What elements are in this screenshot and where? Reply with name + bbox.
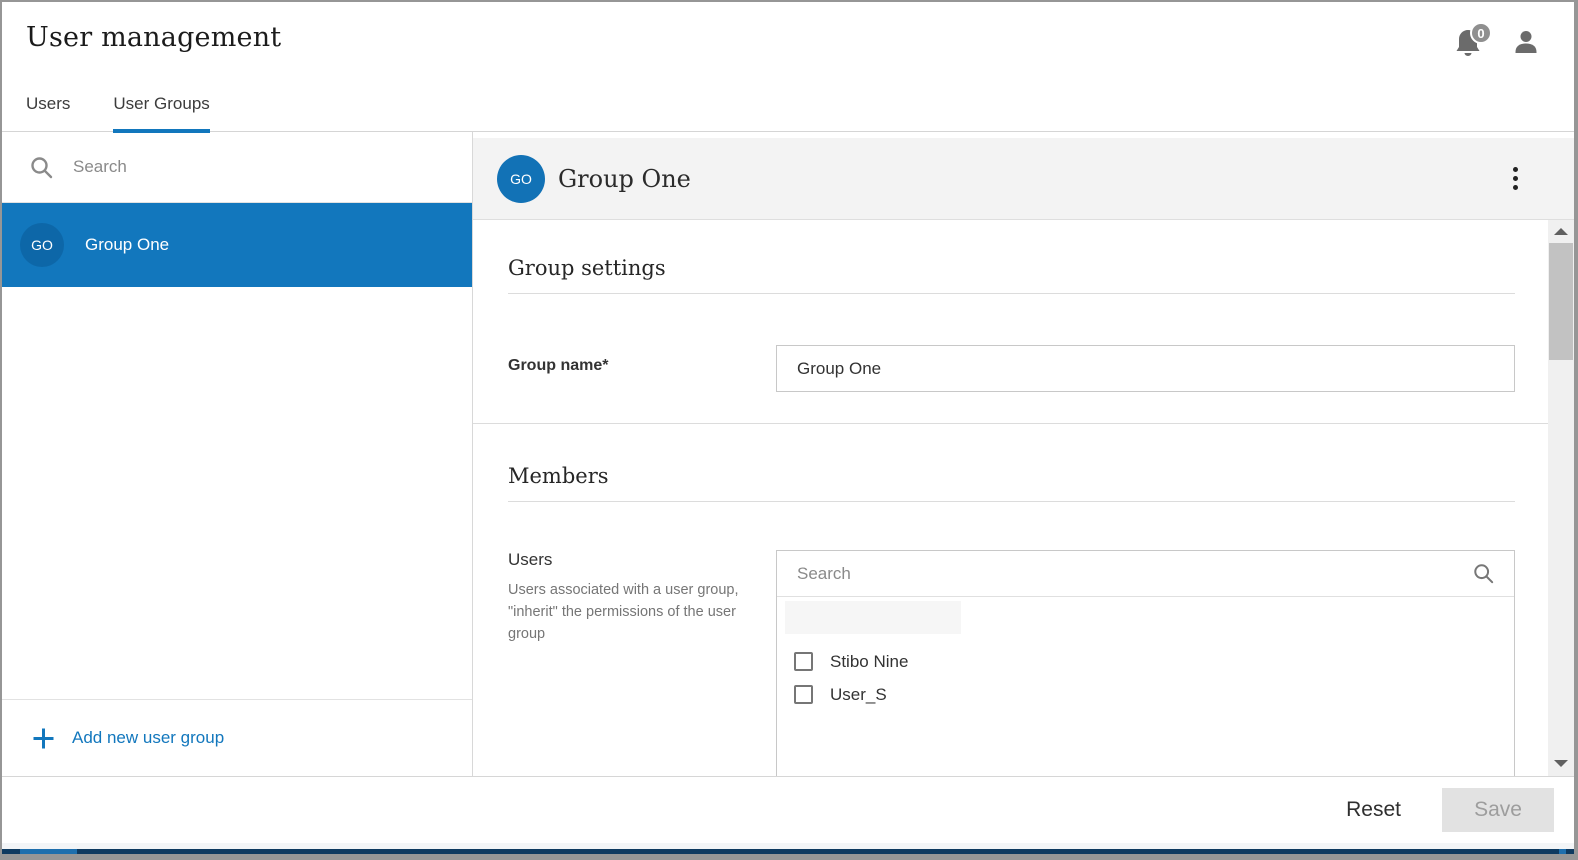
app-window: User management 0 Users User Groups	[0, 0, 1578, 860]
plus-icon	[32, 727, 55, 750]
checkbox-icon[interactable]	[794, 652, 813, 671]
sidebar-spacer	[2, 287, 472, 699]
action-footer: Reset Save	[2, 776, 1574, 843]
user-option-stibo-nine[interactable]: Stibo Nine	[777, 645, 1514, 678]
header-icons: 0	[1454, 28, 1540, 60]
notifications-button[interactable]: 0	[1454, 28, 1484, 60]
horizontal-scrollbar[interactable]	[2, 849, 1574, 854]
users-listbox: Stibo Nine User_S	[776, 550, 1515, 776]
reset-button[interactable]: Reset	[1336, 798, 1411, 822]
user-option-label: Stibo Nine	[830, 652, 908, 672]
sidebar-search	[2, 132, 472, 203]
add-user-group-label: Add new user group	[72, 728, 224, 748]
group-list-sidebar: GO Group One Add new user group	[2, 132, 473, 776]
section-divider	[508, 293, 1515, 294]
members-section: Members Users Users associated with a us…	[473, 423, 1548, 776]
add-user-group-button[interactable]: Add new user group	[2, 699, 472, 776]
group-avatar: GO	[20, 223, 64, 267]
more-options-button[interactable]	[1509, 163, 1522, 194]
users-field-label: Users	[508, 550, 776, 570]
panel-header: GO Group One	[473, 138, 1574, 220]
panel-avatar: GO	[497, 155, 545, 203]
search-icon	[1473, 563, 1494, 584]
scrollbar-thumb[interactable]	[1549, 243, 1573, 360]
scrollbar-up-arrow[interactable]	[1554, 228, 1568, 235]
users-search-row	[777, 551, 1514, 597]
form-content: Group settings Group name* Members	[473, 220, 1548, 776]
save-button[interactable]: Save	[1442, 788, 1554, 832]
members-heading: Members	[508, 464, 1515, 488]
group-settings-section: Group settings Group name*	[473, 220, 1548, 423]
loading-placeholder	[785, 601, 961, 634]
user-option-user-s[interactable]: User_S	[777, 678, 1514, 711]
group-detail-panel: GO Group One Group settings Group name*	[473, 132, 1574, 776]
scroll-region: Group settings Group name* Members	[473, 220, 1574, 776]
tab-bar: Users User Groups	[26, 94, 210, 131]
section-divider	[508, 501, 1515, 502]
horizontal-scrollbar-end	[1559, 849, 1566, 854]
group-name-label: Group name*	[508, 345, 776, 375]
bottom-strip	[2, 843, 1574, 854]
tab-user-groups[interactable]: User Groups	[113, 94, 209, 133]
notification-badge: 0	[1470, 22, 1492, 44]
vertical-scrollbar[interactable]	[1548, 220, 1574, 776]
users-search-input[interactable]	[797, 564, 1473, 584]
group-name-input[interactable]	[776, 345, 1515, 392]
app-header: User management 0 Users User Groups	[2, 2, 1574, 132]
users-field-description: Users associated with a user group, "inh…	[508, 579, 750, 645]
sidebar-search-input[interactable]	[73, 157, 452, 177]
group-settings-heading: Group settings	[508, 256, 1515, 280]
search-icon	[30, 156, 53, 179]
sidebar-item-group-one[interactable]: GO Group One	[2, 203, 472, 287]
kebab-icon	[1513, 167, 1518, 172]
panel-title: Group One	[558, 165, 691, 193]
checkbox-icon[interactable]	[794, 685, 813, 704]
user-option-label: User_S	[830, 685, 887, 705]
person-icon	[1512, 28, 1540, 56]
tab-users[interactable]: Users	[26, 94, 70, 131]
user-profile-button[interactable]	[1512, 28, 1540, 56]
page-title: User management	[26, 22, 1574, 53]
scrollbar-down-arrow[interactable]	[1554, 760, 1568, 767]
group-name-label: Group One	[85, 235, 169, 255]
horizontal-scrollbar-thumb[interactable]	[20, 849, 77, 854]
